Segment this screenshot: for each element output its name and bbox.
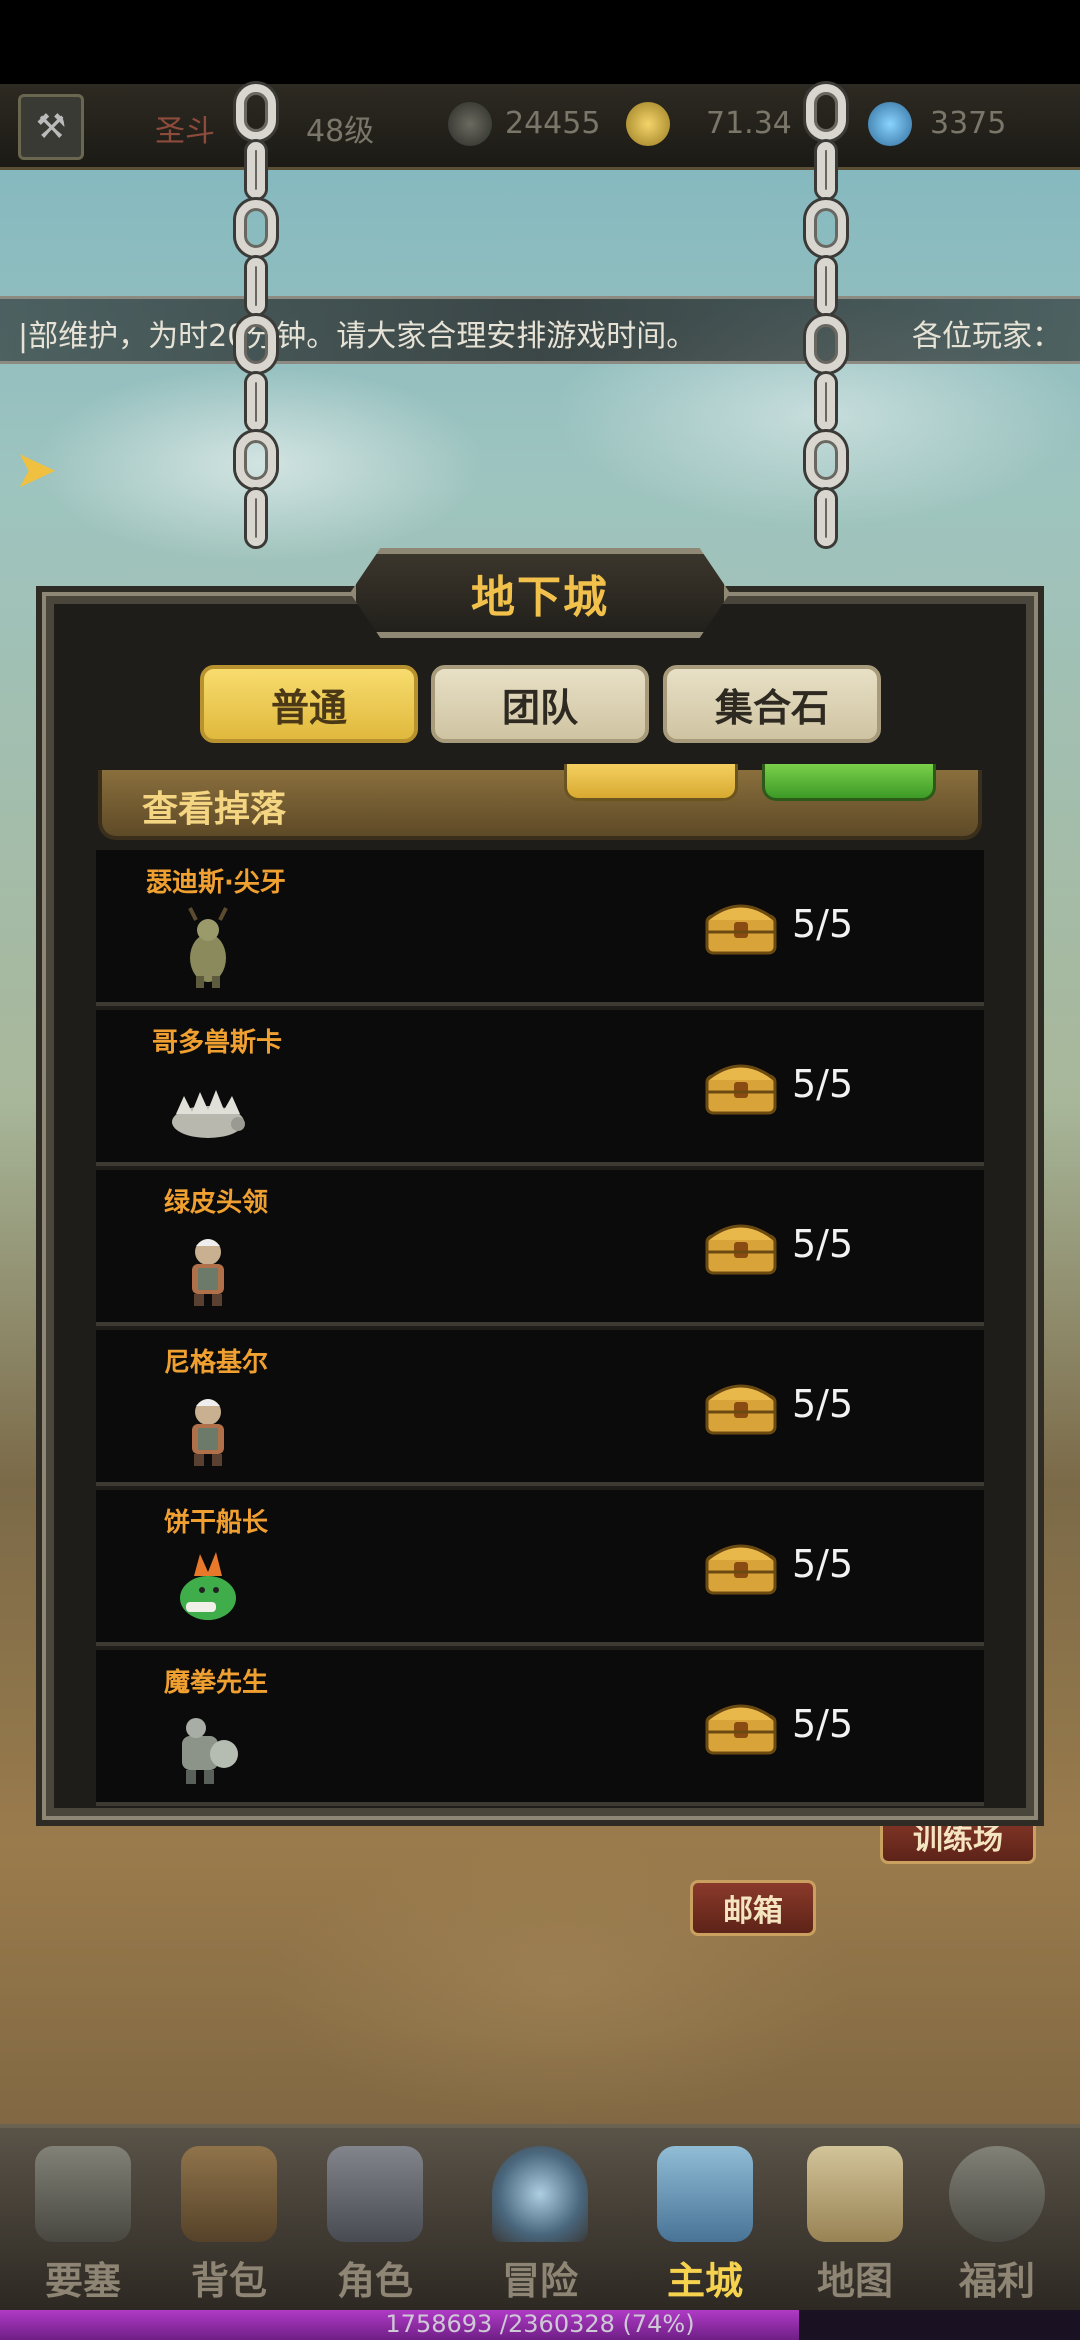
status-bar-area [0, 0, 1080, 84]
left-chain [228, 84, 284, 604]
gift-icon [949, 2146, 1045, 2242]
helmet-icon [327, 2146, 423, 2242]
nav-welfare[interactable]: 福利 [932, 2146, 1062, 2316]
dialog-title-plaque: 地下城 [350, 548, 730, 638]
player-name: 圣斗 [155, 114, 215, 149]
bottom-navigation: 要塞 背包 角色 冒险 主城 地图 福利 [0, 2124, 1080, 2320]
nav-label: 角色 [336, 2259, 413, 2303]
gold-value: 71.34 [706, 106, 792, 141]
dungeon-name: 尼格基尔 [164, 1348, 269, 1378]
expand-arrow-icon[interactable]: ➤ [14, 440, 58, 500]
nav-label: 要塞 [44, 2259, 121, 2303]
dungeon-name: 绿皮头领 [164, 1188, 269, 1218]
treasure-chest-icon [705, 1704, 777, 1755]
dialog-title: 地下城 [471, 572, 609, 623]
nav-label: 福利 [958, 2259, 1035, 2303]
player-level: 48级 [306, 114, 375, 149]
announcement-marquee: |部维护，为时20分钟。请大家合理安排游戏时间。 各位玩家： [0, 296, 1080, 364]
attempts-count: 5/5 [792, 1062, 854, 1106]
dwarf-icon [192, 1399, 224, 1466]
attempts-count: 5/5 [792, 902, 854, 946]
dungeon-name: 瑟迪斯·尖牙 [146, 868, 286, 898]
resource-bar: ⚒ 圣斗 48级 24455 71.34 3375 [0, 84, 1080, 170]
castle-icon [657, 2146, 753, 2242]
dungeon-row[interactable]: 饼干船长 5/5 [96, 1490, 984, 1646]
mailbox-sign[interactable]: 邮箱 [690, 1880, 816, 1936]
gem-icon[interactable] [868, 102, 912, 146]
view-drops-header[interactable]: 查看掉落 [98, 764, 982, 840]
dungeon-name: 哥多兽斯卡 [152, 1028, 283, 1058]
treasure-chest-icon [705, 1224, 777, 1275]
dungeon-row[interactable]: 哥多兽斯卡 5/5 [96, 1010, 984, 1166]
portal-icon [492, 2146, 588, 2242]
green-button-cut[interactable] [762, 764, 936, 801]
tab-normal[interactable]: 普通 [200, 665, 418, 743]
experience-bar: 1758693 /2360328 (74%) [0, 2310, 1080, 2340]
dungeon-row[interactable]: 魔拳先生 5/5 [96, 1650, 984, 1806]
backpack-icon [181, 2146, 277, 2242]
dungeon-row[interactable]: 瑟迪斯·尖牙 5/5 [96, 850, 984, 1006]
nav-adventure[interactable]: 冒险 [475, 2146, 605, 2316]
green-captain-icon [180, 1552, 236, 1620]
dungeon-name: 魔拳先生 [164, 1668, 269, 1698]
yellow-button-cut[interactable] [564, 764, 738, 801]
attempts-count: 5/5 [792, 1702, 854, 1746]
dungeon-list: 瑟迪斯·尖牙 5/5 哥多兽斯卡 5/5 绿皮头领 5/5 尼格基尔 5/5 饼… [96, 850, 984, 1810]
orc-chief-icon [192, 1239, 224, 1306]
power-icon [448, 102, 492, 146]
power-value: 24455 [505, 106, 601, 141]
attempts-count: 5/5 [792, 1542, 854, 1586]
announcement-text: |部维护，为时20分钟。请大家合理安排游戏时间。 [18, 319, 697, 354]
treasure-chest-icon [705, 1544, 777, 1595]
gold-icon[interactable] [626, 102, 670, 146]
treasure-chest-icon [705, 1384, 777, 1435]
dungeon-row[interactable]: 绿皮头领 5/5 [96, 1170, 984, 1326]
nav-character[interactable]: 角色 [310, 2146, 440, 2316]
nav-main-city[interactable]: 主城 [640, 2146, 770, 2316]
experience-text: 1758693 /2360328 (74%) [385, 2310, 695, 2338]
treasure-chest-icon [705, 1064, 777, 1115]
attempts-count: 5/5 [792, 1222, 854, 1266]
tab-gather-stone[interactable]: 集合石 [663, 665, 881, 743]
fortress-icon [35, 2146, 131, 2242]
player-avatar[interactable]: ⚒ [18, 94, 84, 160]
announcement-text-next: 各位玩家： [912, 319, 1062, 354]
nav-backpack[interactable]: 背包 [164, 2146, 294, 2316]
training-ground-sign[interactable]: 训练场 [880, 1808, 1036, 1864]
dungeon-name: 饼干船长 [164, 1508, 269, 1538]
nav-label: 背包 [190, 2259, 267, 2303]
nav-label: 主城 [666, 2259, 743, 2303]
gem-value: 3375 [930, 106, 1007, 141]
nav-map[interactable]: 地图 [790, 2146, 920, 2316]
nav-label: 地图 [816, 2259, 893, 2303]
stag-warrior-icon [188, 907, 228, 988]
tab-team[interactable]: 团队 [431, 665, 649, 743]
right-chain [798, 84, 854, 604]
nav-label: 冒险 [501, 2259, 578, 2303]
nav-fortress[interactable]: 要塞 [18, 2146, 148, 2316]
attempts-count: 5/5 [792, 1382, 854, 1426]
dungeon-row[interactable]: 尼格基尔 5/5 [96, 1330, 984, 1486]
view-drops-label: 查看掉落 [142, 789, 287, 830]
treasure-chest-icon [705, 904, 777, 955]
mech-fist-icon [182, 1718, 238, 1784]
spiked-beast-icon [172, 1090, 245, 1138]
scroll-map-icon [807, 2146, 903, 2242]
